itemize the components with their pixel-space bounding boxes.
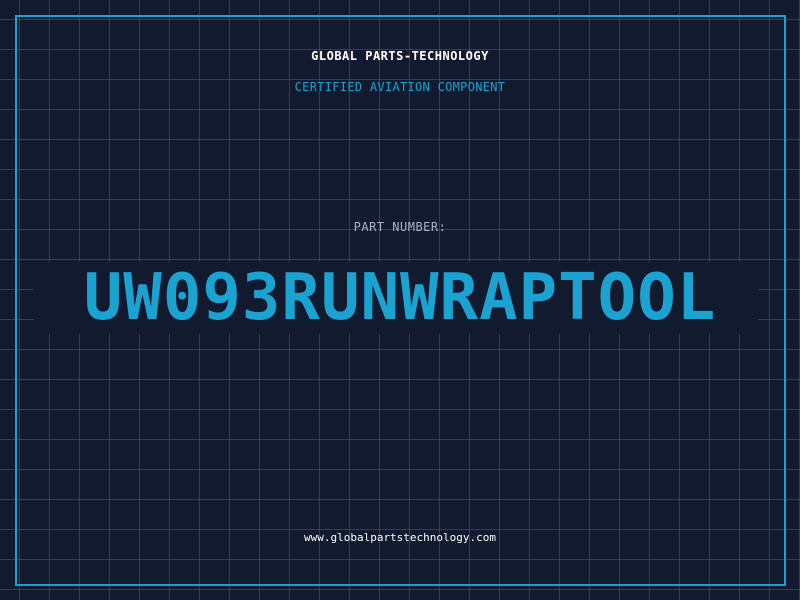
- part-number-label: PART NUMBER:: [353, 220, 447, 234]
- website-url: www.globalpartstechnology.com: [303, 531, 497, 544]
- part-number-value: UW093RUNWRAPTOOL: [83, 261, 717, 335]
- label-canvas: GLOBAL PARTS-TECHNOLOGY CERTIFIED AVIATI…: [0, 0, 800, 600]
- certification-subtitle: CERTIFIED AVIATION COMPONENT: [294, 80, 506, 94]
- company-name: GLOBAL PARTS-TECHNOLOGY: [311, 49, 489, 63]
